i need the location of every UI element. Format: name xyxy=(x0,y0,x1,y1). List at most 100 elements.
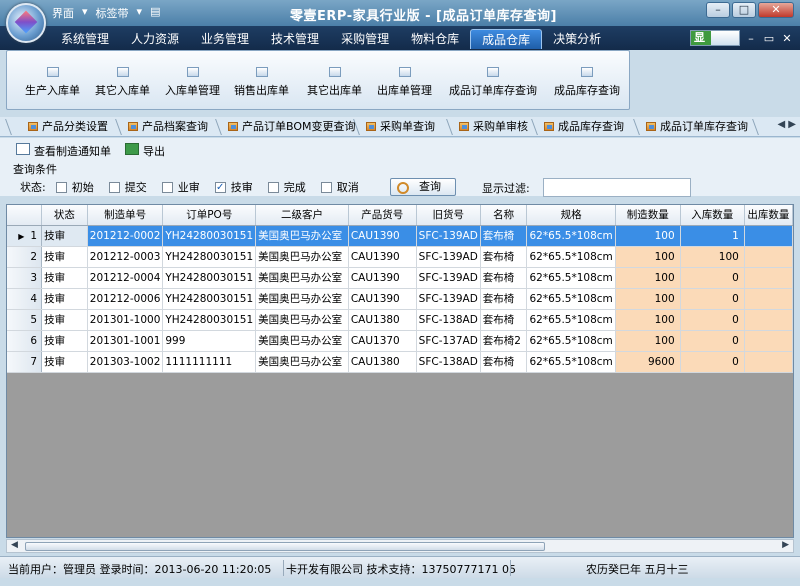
table-cell[interactable]: SFC-139AD xyxy=(416,267,481,289)
table-cell[interactable]: 套布椅 xyxy=(480,267,528,289)
table-cell[interactable]: SFC-139AD xyxy=(416,288,481,310)
column-header[interactable]: 状态 xyxy=(41,205,88,226)
table-cell[interactable]: 0 xyxy=(680,267,745,289)
table-cell[interactable]: 技审 xyxy=(41,351,88,373)
ribbon-button[interactable]: 成品库存查询 xyxy=(554,67,620,98)
table-cell[interactable]: 62*65.5*108cm xyxy=(526,246,616,268)
column-header[interactable]: 制造数量 xyxy=(615,205,681,226)
table-cell[interactable]: 62*65.5*108cm xyxy=(526,225,616,247)
table-cell[interactable]: CAU1390 xyxy=(348,288,417,310)
column-header[interactable]: 规格 xyxy=(526,205,616,226)
table-cell[interactable]: 技审 xyxy=(41,309,88,331)
app-logo-button[interactable] xyxy=(6,3,46,43)
table-cell[interactable] xyxy=(744,267,793,289)
table-cell[interactable]: 美国奥巴马办公室 xyxy=(255,246,349,268)
quick-access-ribbon[interactable]: 标签带 xyxy=(96,5,129,21)
table-row[interactable]: 7 技审 201303-1002 1111111111 美国奥巴马办公室 CAU1380 S… xyxy=(7,351,793,373)
minimize-button[interactable]: – xyxy=(706,2,730,18)
table-cell[interactable]: 美国奥巴马办公室 xyxy=(255,309,349,331)
checkbox-icon[interactable] xyxy=(55,181,67,193)
table-cell[interactable] xyxy=(744,225,793,247)
document-tab[interactable]: 采购单审核 xyxy=(455,118,528,136)
restore-icon[interactable]: – xyxy=(744,32,758,45)
menu-item[interactable]: 物料仓库 xyxy=(400,29,470,49)
ribbon-button[interactable]: 出库单管理 xyxy=(377,67,432,98)
ribbon-button[interactable]: 生产入库单 xyxy=(25,67,80,98)
table-cell[interactable] xyxy=(744,288,793,310)
document-tab[interactable]: 产品订单BOM变更查询 xyxy=(224,118,356,136)
table-cell[interactable]: 美国奥巴马办公室 xyxy=(255,288,349,310)
skin-selector[interactable]: 显 xyxy=(690,30,740,46)
status-checkbox[interactable]: 提交 xyxy=(108,179,147,195)
status-checkbox[interactable]: 完成 xyxy=(267,179,306,195)
scroll-right-icon[interactable]: ▶ xyxy=(782,540,789,550)
status-checkbox[interactable]: 初始 xyxy=(55,179,94,195)
column-header[interactable]: 制造单号 xyxy=(87,205,164,226)
table-cell[interactable]: 201212-0006 xyxy=(87,288,164,310)
table-cell[interactable]: 62*65.5*108cm xyxy=(526,309,616,331)
table-cell[interactable]: 美国奥巴马办公室 xyxy=(255,330,349,352)
table-row[interactable]: 3 技审 201212-0004 YH24280030151 美国奥巴马办公室 CAU13… xyxy=(7,267,793,289)
table-cell[interactable]: CAU1390 xyxy=(348,246,417,268)
table-cell[interactable]: CAU1370 xyxy=(348,330,417,352)
horizontal-scrollbar[interactable]: ◀ ▶ xyxy=(6,539,794,553)
checked-box-icon[interactable]: ✓ xyxy=(214,181,226,193)
table-cell[interactable] xyxy=(744,309,793,331)
table-cell[interactable]: 100 xyxy=(615,309,681,331)
table-cell[interactable]: 0 xyxy=(680,288,745,310)
table-row[interactable]: 4 技审 201212-0006 YH24280030151 美国奥巴马办公室 CAU13… xyxy=(7,288,793,310)
table-cell[interactable]: 0 xyxy=(680,351,745,373)
quick-access-save-icon[interactable]: ▤ xyxy=(150,5,160,21)
table-cell[interactable]: YH24280030151 xyxy=(162,225,257,247)
table-cell[interactable]: 201212-0002 xyxy=(87,225,164,247)
menu-item[interactable]: 系统管理 xyxy=(50,29,120,49)
status-checkbox[interactable]: ✓ 技审 xyxy=(214,179,253,195)
table-cell[interactable]: 100 xyxy=(615,225,681,247)
table-cell[interactable]: 100 xyxy=(615,330,681,352)
search-button[interactable]: 查询 xyxy=(390,178,456,196)
ribbon-button[interactable]: 入库单管理 xyxy=(165,67,220,98)
table-cell[interactable]: 0 xyxy=(680,309,745,331)
ribbon-button[interactable]: 其它入库单 xyxy=(95,67,150,98)
menu-item[interactable]: 采购管理 xyxy=(330,29,400,49)
document-tab[interactable]: 成品订单库存查询 xyxy=(642,118,748,136)
menu-item[interactable]: 成品仓库 xyxy=(470,29,543,49)
ribbon-button[interactable]: 成品订单库存查询 xyxy=(449,67,537,98)
table-cell[interactable]: 100 xyxy=(680,246,745,268)
table-cell[interactable]: 技审 xyxy=(41,225,88,247)
table-cell[interactable]: 62*65.5*108cm xyxy=(526,351,616,373)
checkbox-icon[interactable] xyxy=(267,181,279,193)
table-cell[interactable]: YH24280030151 xyxy=(162,288,257,310)
column-header[interactable]: 名称 xyxy=(480,205,528,226)
column-header[interactable]: 入库数量 xyxy=(680,205,745,226)
close-child-icon[interactable]: ✕ xyxy=(780,32,794,45)
document-tab[interactable]: 产品档案查询 xyxy=(124,118,208,136)
close-button[interactable]: ✕ xyxy=(758,2,794,18)
table-cell[interactable]: YH24280030151 xyxy=(162,267,257,289)
column-header[interactable]: 出库数量 xyxy=(744,205,793,226)
table-cell[interactable]: 201303-1002 xyxy=(87,351,164,373)
table-cell[interactable]: SFC-138AD xyxy=(416,351,481,373)
table-cell[interactable]: 技审 xyxy=(41,267,88,289)
table-cell[interactable]: 套布椅 xyxy=(480,351,528,373)
document-tab[interactable]: 成品库存查询 xyxy=(540,118,624,136)
view-notice-button[interactable]: 查看制造通知单 xyxy=(16,143,111,159)
checkbox-icon[interactable] xyxy=(320,181,332,193)
row-number[interactable]: 7 xyxy=(7,351,43,373)
filter-input[interactable] xyxy=(543,178,691,197)
table-cell[interactable]: 201301-1000 xyxy=(87,309,164,331)
table-cell[interactable]: 美国奥巴马办公室 xyxy=(255,351,349,373)
quick-access-dropdown-icon[interactable]: ▾ xyxy=(137,5,143,21)
table-cell[interactable]: 0 xyxy=(680,330,745,352)
table-cell[interactable] xyxy=(744,351,793,373)
table-cell[interactable]: 100 xyxy=(615,288,681,310)
table-cell[interactable]: 技审 xyxy=(41,246,88,268)
table-cell[interactable]: YH24280030151 xyxy=(162,309,257,331)
table-cell[interactable]: 美国奥巴马办公室 xyxy=(255,267,349,289)
row-number[interactable]: 2 xyxy=(7,246,43,268)
table-cell[interactable]: 201212-0003 xyxy=(87,246,164,268)
export-button[interactable]: 导出 xyxy=(125,143,165,159)
table-cell[interactable]: 套布椅 xyxy=(480,225,528,247)
table-row[interactable]: ▶ 1 技审 201212-0002 YH24280030151 美国奥巴马办公室 CAU1… xyxy=(7,225,793,247)
table-cell[interactable]: 100 xyxy=(615,246,681,268)
